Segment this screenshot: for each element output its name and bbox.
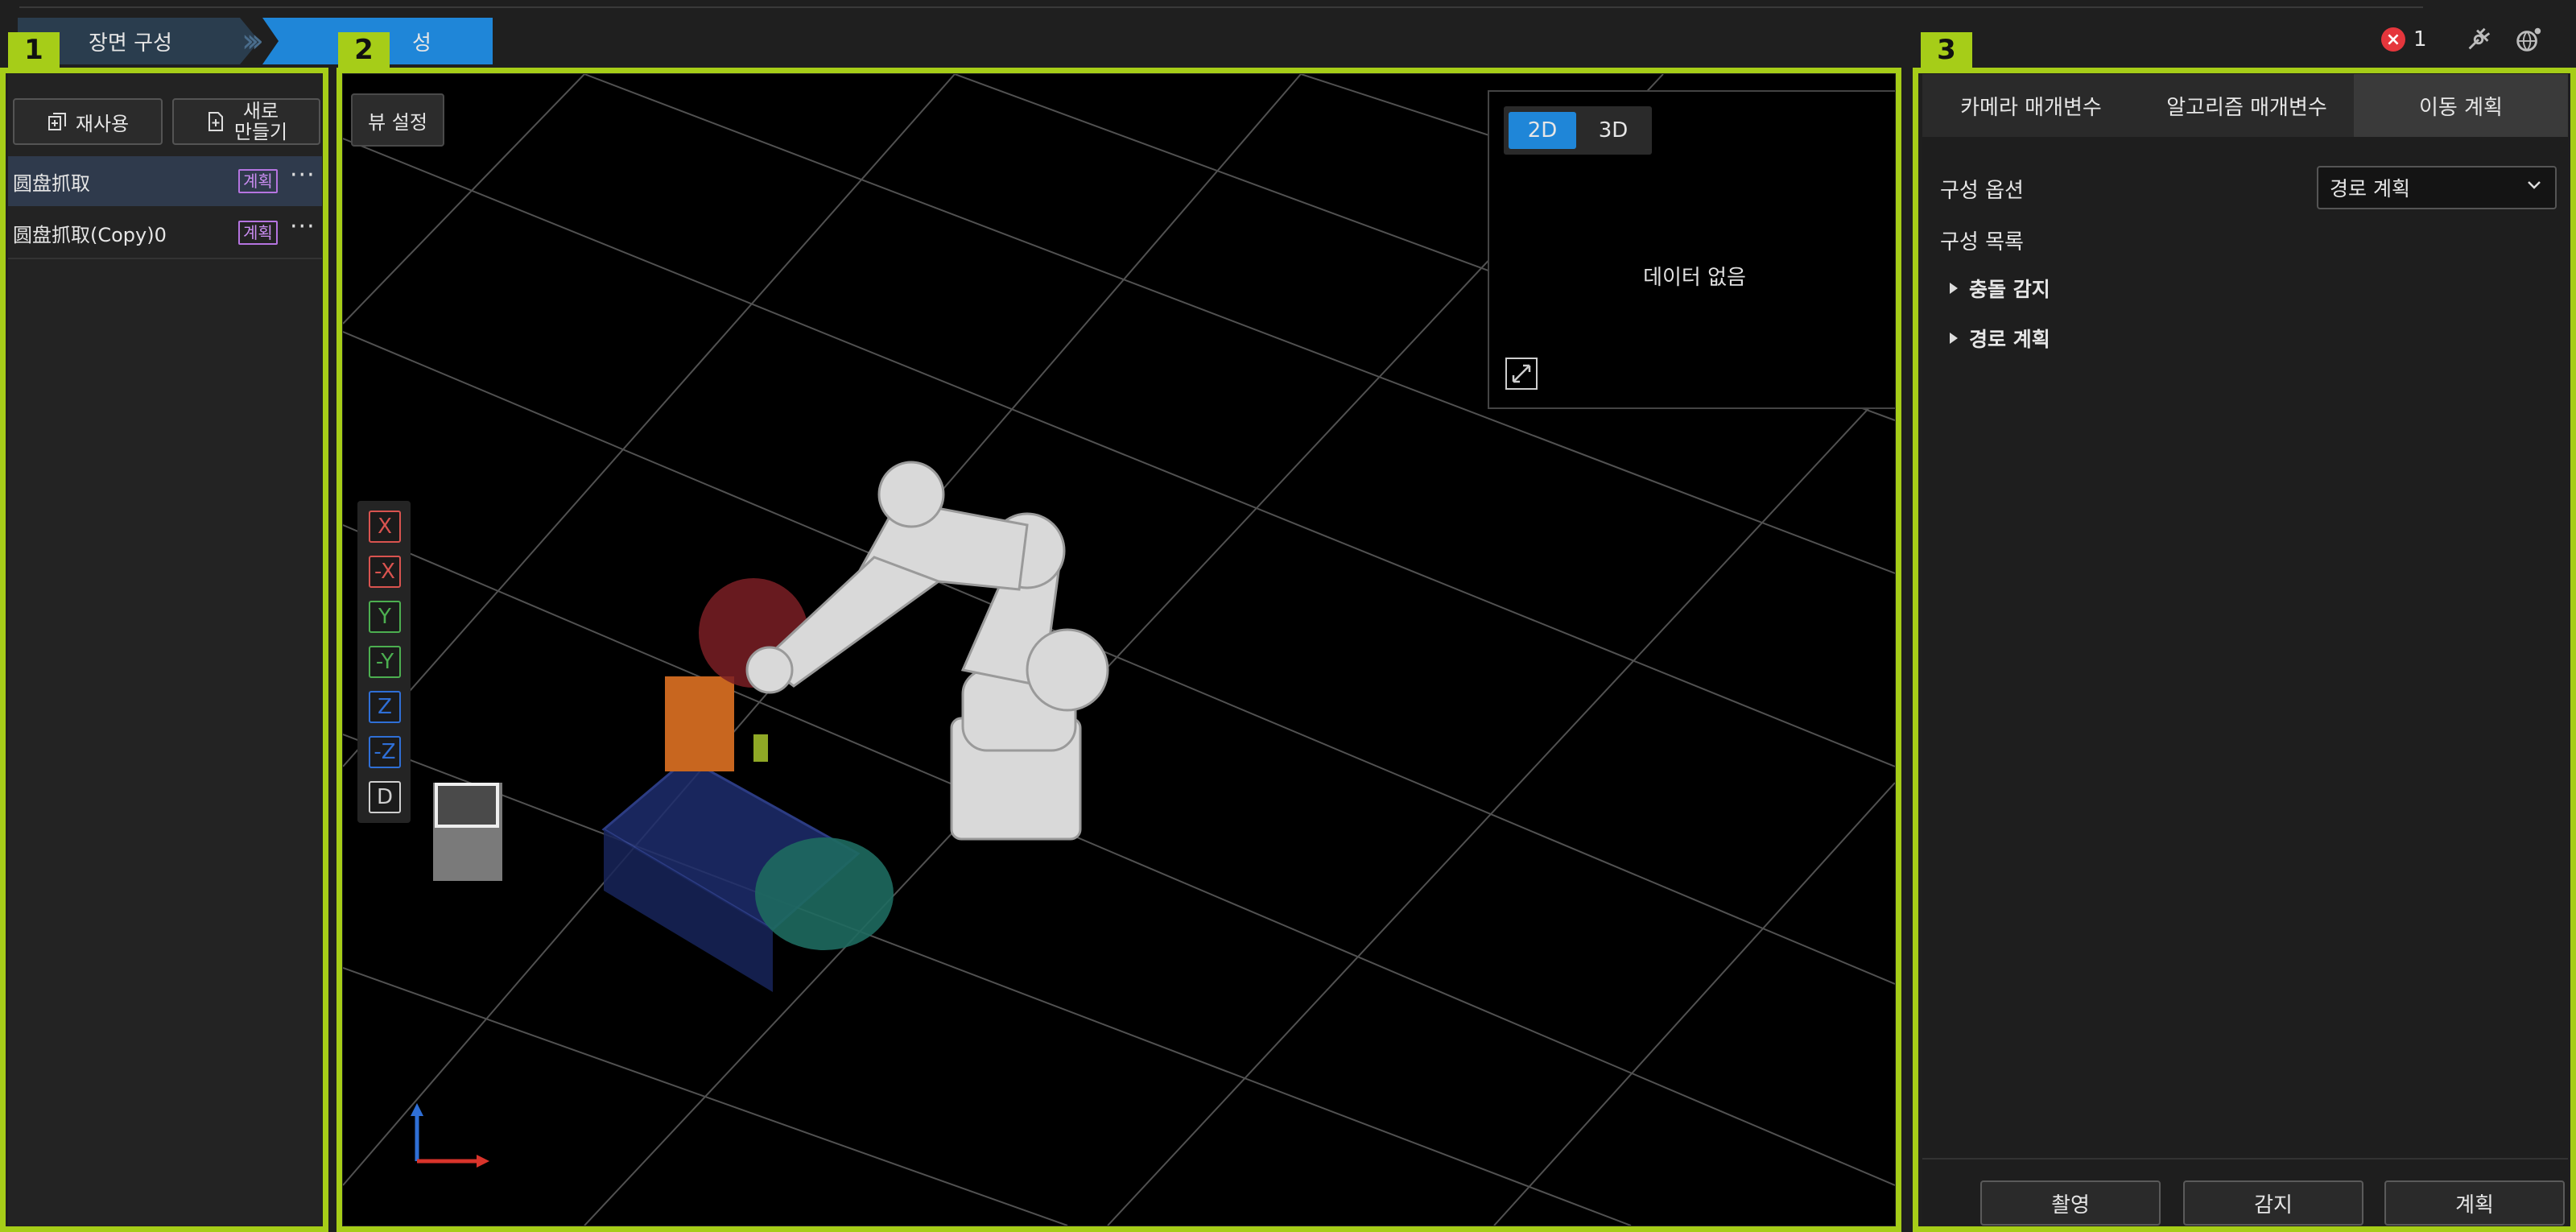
region-1-frame bbox=[0, 68, 328, 1232]
region-3-frame bbox=[1913, 68, 2576, 1232]
breadcrumb-label: 성 bbox=[412, 31, 431, 56]
top-divider bbox=[19, 0, 2423, 8]
region-2-frame bbox=[336, 68, 1901, 1232]
error-icon: × bbox=[2381, 27, 2405, 52]
breadcrumb-label: 장면 구성 bbox=[89, 31, 172, 56]
region-1-tag: 1 bbox=[8, 32, 60, 68]
robot-tool-icon[interactable] bbox=[2463, 24, 2494, 55]
globe-settings-icon[interactable] bbox=[2513, 24, 2544, 55]
error-count: 1 bbox=[2413, 27, 2427, 52]
app-root: 장면 구성 ››› 성 × 1 재사용 새로 만들기 圆盘抓取 계획 ··· 圆… bbox=[0, 0, 2576, 1232]
region-3-tag: 3 bbox=[1921, 32, 1972, 68]
error-indicator[interactable]: × 1 bbox=[2381, 27, 2427, 52]
region-2-tag: 2 bbox=[338, 32, 390, 68]
